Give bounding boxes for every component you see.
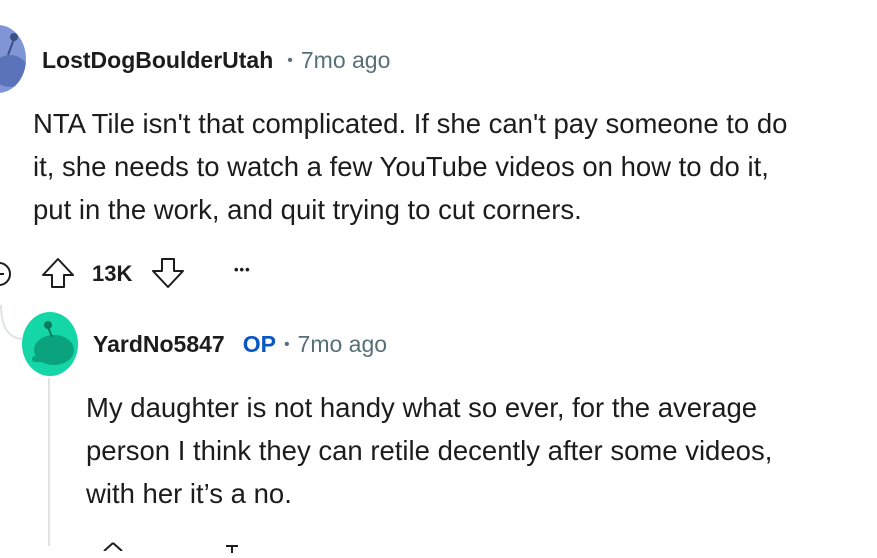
avatar[interactable] <box>22 312 78 376</box>
upvote-button[interactable] <box>40 255 76 296</box>
comment-author[interactable]: YardNo5847 <box>93 331 225 358</box>
upvote-icon <box>42 258 74 288</box>
downvote-icon <box>226 545 238 553</box>
collapse-button[interactable] <box>0 261 12 287</box>
avatar-icon <box>0 33 26 87</box>
comment-timestamp[interactable]: 7mo ago <box>301 47 391 74</box>
comment-line: with her it’s a no. <box>86 478 292 509</box>
comment-line: put in the work, and quit trying to cut … <box>33 194 582 225</box>
thread-line[interactable] <box>48 378 50 546</box>
downvote-icon <box>152 258 184 288</box>
comment-line: it, she needs to watch a few YouTube vid… <box>33 151 769 182</box>
comment-line: NTA Tile isn't that complicated. If she … <box>33 108 788 139</box>
vote-count: 13K <box>92 261 133 286</box>
comment-line: person I think they can retile decently … <box>86 435 773 466</box>
comment-author[interactable]: LostDogBoulderUtah <box>42 47 273 74</box>
comment-timestamp[interactable]: 7mo ago <box>298 331 388 358</box>
downvote-button[interactable] <box>222 540 242 558</box>
meta-separator: • <box>283 335 290 353</box>
meta-separator: • <box>287 51 293 69</box>
upvote-icon <box>103 542 123 552</box>
upvote-button[interactable] <box>100 538 126 556</box>
comment-line: My daughter is not handy what so ever, f… <box>86 392 758 423</box>
op-badge: OP <box>242 331 276 357</box>
comment-body: NTA Tile isn't that complicated. If she … <box>33 102 877 231</box>
avatar-icon <box>32 321 74 365</box>
collapse-icon <box>0 262 11 286</box>
downvote-button[interactable] <box>150 255 186 296</box>
comment-body: My daughter is not handy what so ever, f… <box>86 386 877 515</box>
avatar[interactable] <box>0 25 26 93</box>
more-button[interactable]: ••• <box>234 262 251 277</box>
